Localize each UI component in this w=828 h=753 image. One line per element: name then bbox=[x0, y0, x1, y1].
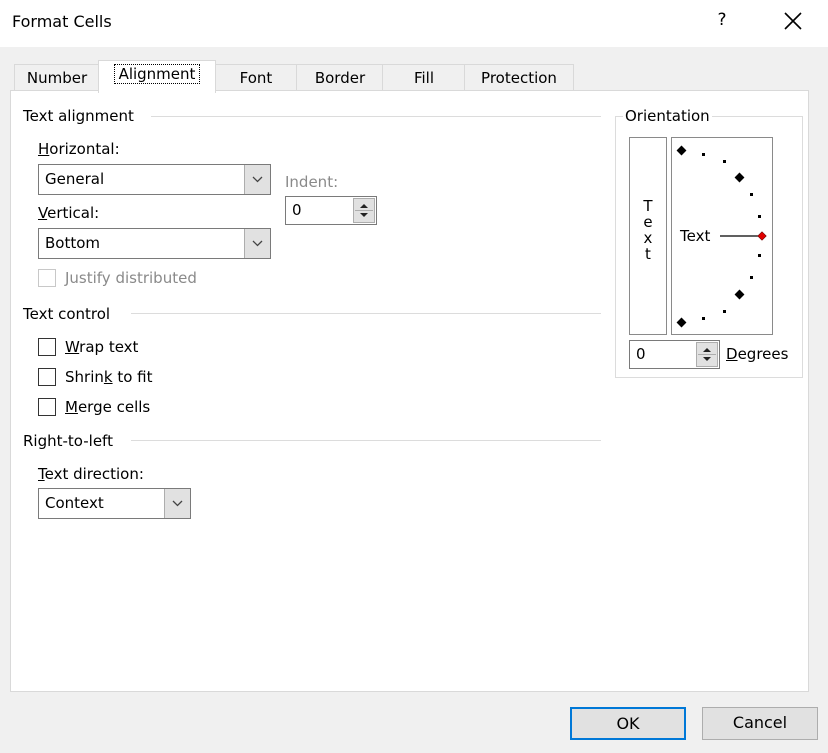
title-bar: Format Cells ? bbox=[0, 0, 828, 47]
vertical-text-toggle[interactable]: T e x t bbox=[629, 137, 667, 335]
vertical-text-char: t bbox=[645, 245, 651, 263]
right-to-left-heading: Right-to-left bbox=[23, 432, 119, 450]
text-control-heading: Text control bbox=[23, 305, 117, 323]
tab-alignment[interactable]: Alignment bbox=[98, 60, 216, 93]
dial-dot bbox=[750, 276, 753, 279]
dial-marker bbox=[734, 289, 745, 300]
tab-protection[interactable]: Protection bbox=[464, 64, 574, 92]
orientation-dial[interactable]: Text bbox=[671, 137, 773, 335]
dial-marker bbox=[676, 145, 687, 156]
cancel-button[interactable]: Cancel bbox=[702, 707, 818, 740]
text-direction-dropdown[interactable]: Context bbox=[38, 488, 191, 519]
wrap-text-checkbox[interactable] bbox=[38, 338, 56, 356]
justify-distributed-checkbox[interactable] bbox=[38, 269, 56, 287]
dial-dot bbox=[702, 317, 705, 320]
merge-cells-label: Merge cells bbox=[65, 398, 151, 416]
chevron-down-icon bbox=[244, 229, 270, 258]
help-button[interactable]: ? bbox=[710, 10, 734, 30]
separator bbox=[131, 313, 601, 314]
dial-dot bbox=[750, 193, 753, 196]
vertical-text-char: T bbox=[643, 197, 653, 215]
tab-fill[interactable]: Fill bbox=[382, 64, 466, 92]
spin-arrows-icon[interactable] bbox=[353, 198, 375, 223]
chevron-down-icon bbox=[244, 165, 270, 194]
dialog-title: Format Cells bbox=[12, 12, 112, 31]
text-alignment-heading: Text alignment bbox=[23, 107, 140, 125]
ok-button[interactable]: OK bbox=[570, 707, 686, 740]
shrink-to-fit-checkbox[interactable] bbox=[38, 368, 56, 386]
horizontal-label: Horizontal: bbox=[38, 140, 120, 158]
dial-dot bbox=[758, 215, 761, 218]
degrees-label: Degrees bbox=[726, 345, 789, 363]
vertical-text-char: e bbox=[643, 213, 653, 231]
dial-dot bbox=[723, 310, 726, 313]
tab-font[interactable]: Font bbox=[214, 64, 298, 92]
chevron-down-icon bbox=[164, 489, 190, 518]
shrink-to-fit-label: Shrink to fit bbox=[65, 368, 153, 386]
dial-dot bbox=[723, 160, 726, 163]
text-direction-label: Text direction: bbox=[38, 465, 144, 483]
degrees-spinner[interactable]: 0 bbox=[629, 340, 720, 369]
alignment-panel: Text alignment Horizontal: General Inden… bbox=[10, 90, 809, 692]
close-icon bbox=[784, 12, 802, 30]
indent-label: Indent: bbox=[285, 173, 339, 191]
close-button[interactable] bbox=[778, 6, 808, 36]
dial-indicator bbox=[757, 231, 767, 241]
orientation-heading: Orientation bbox=[623, 107, 712, 125]
separator bbox=[131, 440, 601, 441]
spin-arrows-icon[interactable] bbox=[696, 342, 718, 367]
dial-dot bbox=[758, 254, 761, 257]
dial-marker bbox=[676, 317, 687, 328]
tab-number[interactable]: Number bbox=[14, 64, 100, 92]
merge-cells-checkbox[interactable] bbox=[38, 398, 56, 416]
wrap-text-label: Wrap text bbox=[65, 338, 139, 356]
dial-marker bbox=[734, 172, 745, 183]
vertical-dropdown[interactable]: Bottom bbox=[38, 228, 271, 259]
separator bbox=[151, 116, 601, 117]
dial-text: Text bbox=[680, 227, 711, 245]
indent-spinner[interactable]: 0 bbox=[285, 196, 377, 225]
vertical-label: Vertical: bbox=[38, 204, 100, 222]
tab-border[interactable]: Border bbox=[296, 64, 384, 92]
dial-dot bbox=[702, 153, 705, 156]
justify-distributed-label: Justify distributed bbox=[65, 269, 197, 287]
horizontal-dropdown[interactable]: General bbox=[38, 164, 271, 195]
vertical-text-char: x bbox=[643, 229, 653, 247]
